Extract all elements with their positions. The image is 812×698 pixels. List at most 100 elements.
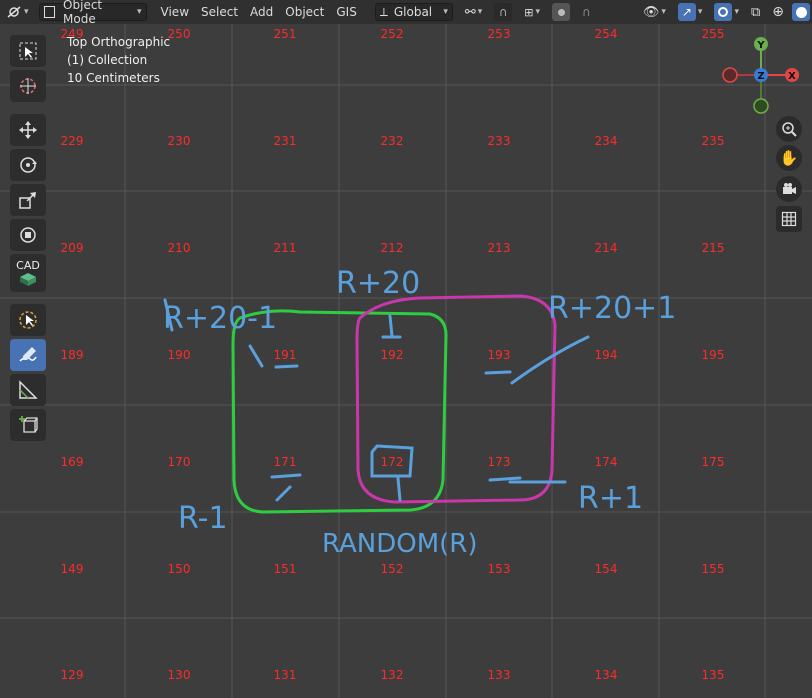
- tweak-tool[interactable]: [10, 304, 46, 336]
- grid-cell-number: 169: [60, 455, 84, 469]
- transform-icon: [20, 227, 36, 243]
- grid-cell-number: 251: [273, 27, 297, 41]
- grid-cell-number: 212: [380, 241, 404, 255]
- menu-gis[interactable]: GIS: [330, 3, 362, 21]
- proportional-edit-icon: [552, 3, 571, 21]
- eye-icon: 👁: [642, 4, 660, 20]
- grid-scale: 10 Centimeters: [67, 71, 160, 85]
- chevron-down-icon: ▾: [535, 7, 541, 17]
- link-icon: ⚯: [464, 4, 476, 20]
- gizmo-toggle[interactable]: ↗ ▾: [672, 3, 709, 21]
- rotate-tool[interactable]: [10, 149, 46, 181]
- perspective-toggle-button[interactable]: [776, 206, 802, 232]
- viewport-overlay-info: Top Orthographic (1) Collection 10 Centi…: [67, 33, 170, 87]
- chevron-down-icon: ▾: [443, 7, 448, 17]
- proportional-edit-toggle[interactable]: [546, 3, 576, 21]
- grid-cell-number: 230: [167, 134, 191, 148]
- hand-icon: ✋: [779, 149, 799, 167]
- menu-select[interactable]: Select: [195, 3, 244, 21]
- measure-tool[interactable]: [10, 374, 46, 406]
- viewport-editor-icon: [7, 6, 21, 18]
- add-cube-icon: [19, 416, 38, 433]
- grid-cell-number: 213: [487, 241, 511, 255]
- grid-cell-number: 155: [701, 562, 725, 576]
- grid-cell-number: 173: [487, 455, 511, 469]
- camera-view-button[interactable]: [776, 176, 802, 202]
- svg-text:X: X: [788, 71, 796, 82]
- gizmo-neg-y-axis[interactable]: [753, 98, 769, 114]
- grid-cell-number: 229: [60, 134, 84, 148]
- chevron-down-icon: ▾: [137, 7, 142, 17]
- grid-cell-number: 151: [273, 562, 297, 576]
- cad-cube-icon: [20, 272, 36, 286]
- grid-cell-number: 132: [380, 668, 404, 682]
- snap-increment-icon: ⊞: [524, 5, 534, 19]
- annotate-tool[interactable]: [10, 339, 46, 371]
- chevron-down-icon: ▾: [477, 7, 483, 17]
- wireframe-shading-button[interactable]: ⊕: [766, 3, 790, 21]
- annotate-pen-icon: [19, 347, 37, 362]
- menu-add[interactable]: Add: [244, 3, 279, 21]
- mode-label: Object Mode: [63, 0, 103, 26]
- grid-cell-number: 254: [594, 27, 618, 41]
- view-name: Top Orthographic: [67, 35, 171, 49]
- grid-cell-number: 153: [487, 562, 511, 576]
- grid-cell-number: 215: [701, 241, 725, 255]
- chevron-down-icon: ▾: [734, 7, 739, 17]
- 3d-viewport[interactable]: 249 250 251 252 253 254 255 229 230 231 232 233 234 2…: [0, 0, 812, 698]
- navigation-gizmo[interactable]: Y X Z: [720, 34, 802, 116]
- cursor-tool[interactable]: [10, 70, 46, 102]
- grid-cell-number: 194: [594, 348, 618, 362]
- add-cube-tool[interactable]: [10, 409, 46, 441]
- zoom-button[interactable]: [776, 116, 802, 142]
- grid-cell-number: 214: [594, 241, 618, 255]
- magnet-icon: ∩: [494, 3, 513, 21]
- transform-tool[interactable]: [10, 219, 46, 251]
- viewport-grid: [0, 0, 812, 698]
- menu-view[interactable]: View: [155, 3, 195, 21]
- grid-cell-number: 192: [380, 348, 404, 362]
- move-arrows-icon: [19, 121, 37, 139]
- scale-tool[interactable]: [10, 184, 46, 216]
- collection-name: (1) Collection: [67, 53, 148, 67]
- grid-cell-number: 131: [273, 668, 297, 682]
- menu-object[interactable]: Object: [279, 3, 330, 21]
- object-mode-icon: [43, 6, 56, 18]
- move-tool[interactable]: [10, 114, 46, 146]
- grid-cell-number: 195: [701, 348, 725, 362]
- svg-text:Z: Z: [757, 71, 764, 82]
- snap-toggle[interactable]: ∩: [488, 3, 518, 21]
- wireframe-sphere-icon: ⊕: [772, 4, 784, 20]
- cad-tool[interactable]: CAD: [10, 254, 46, 292]
- editor-type-selector[interactable]: ▾: [0, 3, 35, 21]
- transform-orientation-dropdown[interactable]: ⟂ Global ▾: [374, 3, 453, 21]
- select-box-tool[interactable]: [10, 35, 46, 67]
- select-circle-cursor-icon: [19, 311, 37, 329]
- grid-cell-number: 231: [273, 134, 297, 148]
- mode-dropdown[interactable]: Object Mode ▾: [38, 0, 147, 26]
- visibility-dropdown[interactable]: 👁 ▾: [637, 3, 672, 21]
- chevron-down-icon: ▾: [24, 7, 29, 17]
- grid-cell-number: 233: [487, 134, 511, 148]
- grid-cell-number: 134: [594, 668, 618, 682]
- grid-cell-number: 174: [594, 455, 618, 469]
- grid-cell-number: 193: [487, 348, 511, 362]
- grid-cell-number: 252: [380, 27, 404, 41]
- chevron-down-icon: ▾: [697, 7, 703, 17]
- grid-cell-number: 235: [701, 134, 725, 148]
- snap-target-dropdown[interactable]: ⊞ ▾: [518, 3, 546, 21]
- grid-cell-number: 234: [594, 134, 618, 148]
- pan-button[interactable]: ✋: [776, 145, 802, 171]
- solid-shading-button[interactable]: [790, 3, 812, 21]
- grid-cell-number: 211: [273, 241, 297, 255]
- falloff-dropdown[interactable]: ∩: [576, 3, 597, 21]
- xray-toggle[interactable]: ⧉: [745, 3, 766, 21]
- overlays-icon: [714, 3, 733, 21]
- pivot-point-dropdown[interactable]: ⚯ ▾: [459, 3, 488, 21]
- overlays-toggle[interactable]: ▾: [708, 3, 745, 21]
- gizmo-neg-x-axis[interactable]: [722, 67, 738, 83]
- orientation-axes-icon: ⟂: [379, 4, 388, 19]
- grid-cell-number: 152: [380, 562, 404, 576]
- solid-sphere-icon: [792, 3, 810, 21]
- grid-cell-number: 135: [701, 668, 725, 682]
